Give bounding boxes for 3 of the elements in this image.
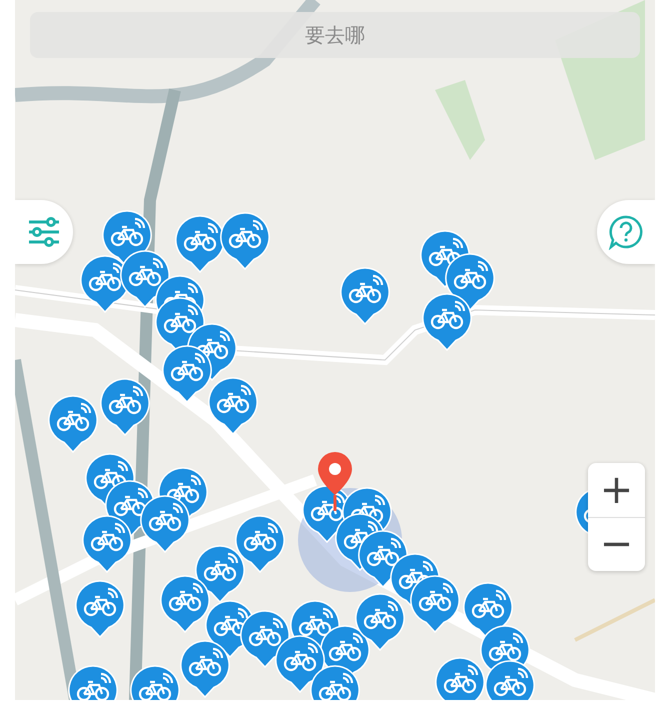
search-field[interactable]: 要去哪 bbox=[30, 12, 640, 58]
zoom-button[interactable]: + bbox=[588, 463, 645, 516]
zoom-button[interactable]: − bbox=[588, 516, 645, 571]
